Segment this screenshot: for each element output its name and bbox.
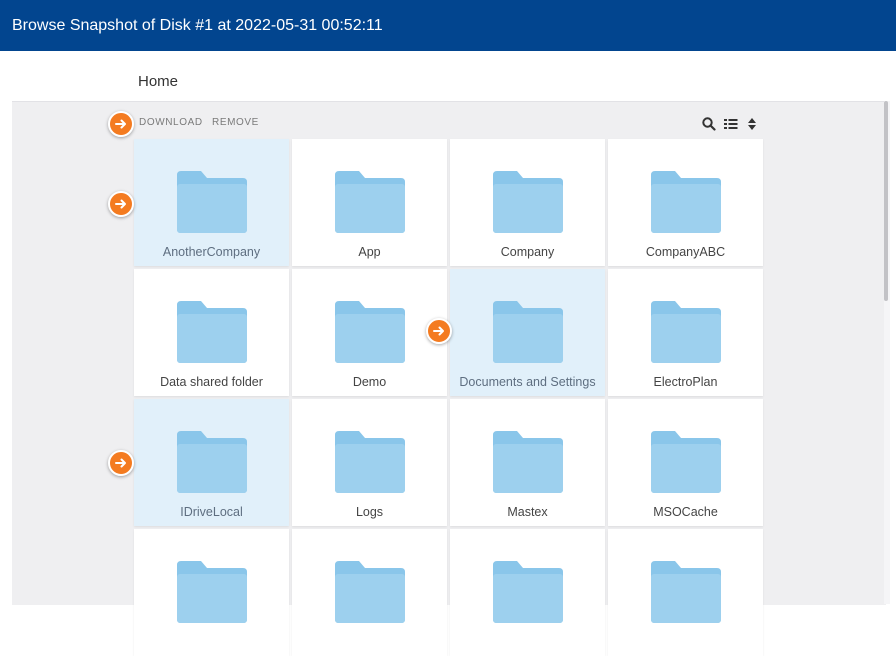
folder-label: Documents and Settings [459, 375, 596, 389]
window-title-bar: Browse Snapshot of Disk #1 at 2022-05-31… [0, 0, 896, 51]
arrow-right-icon [108, 111, 134, 137]
folder-icon [335, 431, 405, 493]
sort-icon[interactable] [744, 116, 760, 132]
title-mid: at [217, 16, 231, 34]
folder-grid: AnotherCompany App Company CompanyABC Data s… [134, 139, 763, 656]
folder-label: Logs [355, 505, 384, 519]
folder-label: IDriveLocal [180, 505, 243, 519]
folder-label: MSOCache [653, 505, 718, 519]
folder-label: Demo [352, 375, 387, 389]
download-button[interactable]: DOWNLOAD [139, 117, 203, 128]
folder-icon [335, 301, 405, 363]
folder-tile[interactable]: CompanyABC [608, 139, 763, 266]
folder-icon [177, 431, 247, 493]
folder-tile[interactable]: Documents and Settings [450, 269, 605, 396]
folder-tile[interactable] [450, 529, 605, 656]
folder-icon [177, 301, 247, 363]
list-view-icon[interactable] [723, 116, 739, 132]
search-icon[interactable] [701, 116, 717, 132]
folder-icon [651, 301, 721, 363]
folder-icon [493, 561, 563, 623]
folder-label: Data shared folder [160, 375, 263, 389]
folder-tile[interactable]: Logs [292, 399, 447, 526]
folder-tile[interactable]: Data shared folder [134, 269, 289, 396]
breadcrumb-home[interactable]: Home [138, 73, 178, 90]
folder-icon [651, 171, 721, 233]
folder-label: AnotherCompany [162, 245, 261, 259]
title-prefix: Browse [12, 16, 66, 34]
folder-tile[interactable]: ElectroPlan [608, 269, 763, 396]
folder-icon [651, 561, 721, 623]
folder-icon [177, 171, 247, 233]
folder-icon [335, 561, 405, 623]
remove-button[interactable]: REMOVE [212, 117, 259, 128]
folder-label: ElectroPlan [653, 375, 718, 389]
folder-tile[interactable]: MSOCache [608, 399, 763, 526]
folder-icon [651, 431, 721, 493]
arrow-right-icon [426, 318, 452, 344]
folder-tile[interactable] [134, 529, 289, 656]
title-time: 2022-05-31 00:52:11 [235, 16, 383, 34]
folder-tile[interactable]: Company [450, 139, 605, 266]
folder-icon [493, 301, 563, 363]
folder-tile[interactable]: AnotherCompany [134, 139, 289, 266]
folder-tile[interactable]: App [292, 139, 447, 266]
folder-label: CompanyABC [645, 245, 726, 259]
title-snapshot: Snapshot of Disk #1 [69, 16, 214, 34]
folder-icon [493, 171, 563, 233]
arrow-right-icon [108, 191, 134, 217]
folder-tile[interactable]: Demo [292, 269, 447, 396]
folder-icon [177, 561, 247, 623]
arrow-right-icon [108, 450, 134, 476]
folder-icon [335, 171, 405, 233]
folder-label: Company [500, 245, 555, 259]
folder-icon [493, 431, 563, 493]
folder-tile[interactable]: IDriveLocal [134, 399, 289, 526]
folder-tile[interactable] [608, 529, 763, 656]
folder-label: App [358, 245, 381, 259]
folder-tile[interactable] [292, 529, 447, 656]
scrollbar-thumb[interactable] [884, 101, 888, 301]
folder-label: Mastex [507, 505, 548, 519]
folder-tile[interactable]: Mastex [450, 399, 605, 526]
